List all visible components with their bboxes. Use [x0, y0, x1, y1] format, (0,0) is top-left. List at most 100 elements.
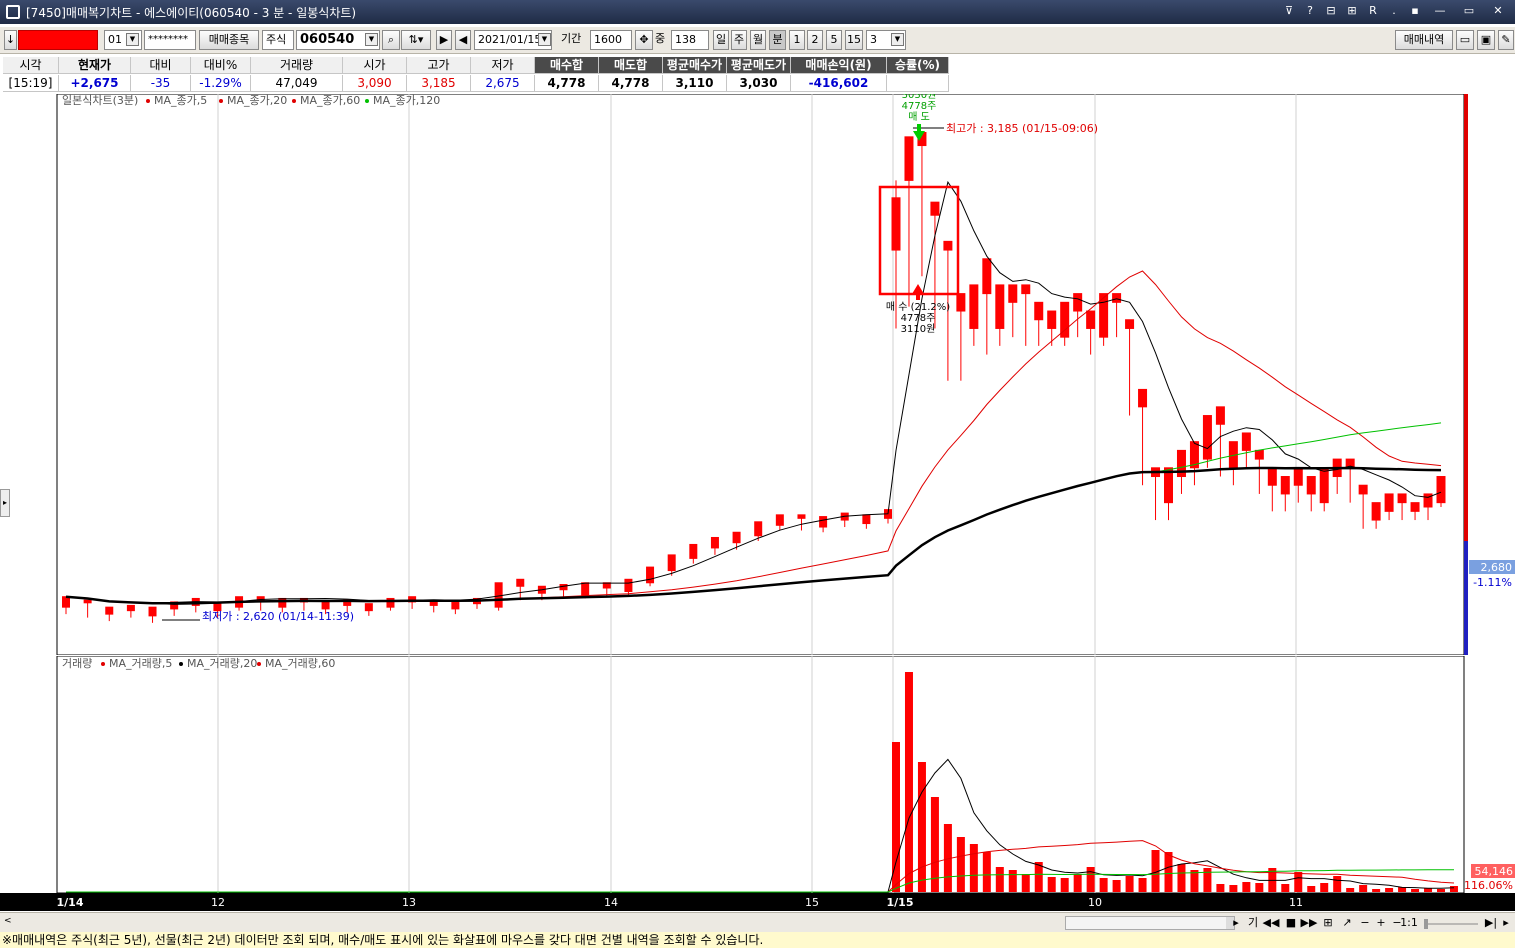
candle-body	[1021, 284, 1031, 295]
quote-header: 대비	[131, 57, 191, 74]
scroll-end-icon[interactable]: ▸	[1500, 915, 1512, 931]
prev-arrow-icon[interactable]: ◀	[455, 30, 471, 50]
interval-button[interactable]: 일	[713, 30, 729, 50]
interval-button[interactable]: 분	[769, 30, 786, 50]
candle-body	[581, 582, 590, 596]
volume-chart[interactable]: 거래량 MA_거래량,5 MA_거래량,20 MA_거래량,60 54,146116.0…	[0, 656, 1515, 893]
trade-item-button[interactable]: 매매종목	[199, 30, 259, 50]
go-end-icon[interactable]: ▶|	[1484, 915, 1498, 931]
link-icon[interactable]: ⊟	[1322, 2, 1340, 20]
interval-button[interactable]: 2	[807, 30, 823, 50]
volume-bar	[982, 852, 991, 892]
scrollbar-thumb[interactable]	[1066, 917, 1226, 929]
search-icon[interactable]: ⌕	[382, 30, 400, 50]
settings-icon[interactable]: ▪	[1406, 2, 1424, 20]
sort-toggle-icon[interactable]: ↓	[4, 30, 17, 50]
maximize-button[interactable]: ▭	[1456, 2, 1482, 20]
candle-body	[1202, 415, 1212, 460]
volume-bar	[904, 672, 913, 892]
count-input[interactable]: 138	[671, 30, 709, 50]
panel-expand-handle[interactable]: ▸	[0, 489, 10, 517]
account-number-field[interactable]	[18, 30, 98, 50]
chart-scrollbar[interactable]	[1065, 916, 1235, 930]
legend-dot	[219, 99, 223, 103]
quote-header: 매매손익(원)	[791, 57, 887, 74]
candle-body	[62, 596, 70, 608]
close-button[interactable]: ✕	[1485, 2, 1511, 20]
quote-value: 3,110	[663, 75, 727, 92]
candle-body	[1086, 310, 1096, 329]
legend-item: MA_종가,20	[227, 94, 287, 107]
low-price-label: 최저가 : 2,620 (01/14-11:39)	[202, 610, 354, 623]
pin-icon[interactable]: ⊽	[1280, 2, 1298, 20]
interval-button[interactable]: 1	[789, 30, 805, 50]
r-icon[interactable]: R	[1364, 2, 1382, 20]
rewind-icon[interactable]: ◀◀	[1262, 915, 1280, 931]
volume-bar	[917, 762, 926, 892]
zoom-slider[interactable]	[1422, 915, 1480, 931]
scroll-right-icon[interactable]: ▸	[1230, 915, 1242, 931]
grid-icon[interactable]: ⊞	[1320, 915, 1336, 931]
next-arrow-icon[interactable]: ▶	[436, 30, 452, 50]
print-icon[interactable]: ⊞	[1343, 2, 1361, 20]
sort-order-icon[interactable]: ⇅▾	[401, 30, 431, 50]
volume-bar	[1255, 883, 1264, 892]
stop-icon[interactable]: ■	[1284, 915, 1298, 931]
more-icon[interactable]: .	[1385, 2, 1403, 20]
candle-body	[754, 521, 763, 537]
scroll-left-icon[interactable]: <	[4, 916, 16, 930]
help-icon[interactable]: ?	[1301, 2, 1319, 20]
interval-button[interactable]: 월	[750, 30, 766, 50]
minimize-button[interactable]: —	[1427, 2, 1453, 20]
move-icon[interactable]: ✥	[635, 30, 653, 50]
candle-body	[956, 293, 966, 312]
candle-body	[1267, 467, 1277, 486]
interval-button[interactable]: 5	[826, 30, 842, 50]
price-range-bar-lower	[1464, 541, 1468, 655]
period-label: 기간	[561, 32, 582, 45]
candle-body	[1358, 484, 1368, 495]
trade-history-button[interactable]: 매매내역	[1395, 30, 1453, 50]
candle-body	[126, 604, 135, 612]
zoom-out-icon[interactable]: −	[1358, 915, 1372, 931]
password-field[interactable]: ********	[144, 30, 196, 50]
interval-button[interactable]: 주	[731, 30, 747, 50]
chart-navigation-bar: < ▸ 기 ◀◀ ■ ▶▶ ⊞ ↗ − + − 1:1 ▶| ▸	[0, 912, 1515, 932]
wrench-icon[interactable]: ✎	[1498, 30, 1514, 50]
chevron-down-icon[interactable]: ▼	[891, 33, 904, 46]
trend-icon[interactable]: ↗	[1338, 915, 1356, 931]
candle-body	[904, 136, 914, 181]
price-chart[interactable]: 일본식차트(3분) MA_종가,5 MA_종가,20 MA_종가,60 MA_종가,12…	[0, 94, 1515, 655]
legend-dot	[179, 662, 183, 666]
period-input[interactable]: 1600	[590, 30, 632, 50]
volume-bar	[1411, 889, 1420, 892]
quote-value: -35	[131, 75, 191, 92]
candle-body	[105, 606, 114, 615]
quote-value: 3,090	[343, 75, 407, 92]
volume-plot-area	[56, 656, 1465, 893]
candle-body	[1384, 493, 1394, 512]
candle-body	[1047, 310, 1057, 329]
candle-body	[494, 582, 503, 608]
chevron-down-icon[interactable]: ▼	[126, 33, 139, 46]
candle-body	[1280, 476, 1290, 495]
calendar-dropdown-icon[interactable]: ▼	[538, 33, 551, 46]
quote-value: 2,675	[471, 75, 535, 92]
current-change-value: -1.11%	[1473, 576, 1512, 589]
quote-value: -416,602	[791, 75, 887, 92]
candle-body	[624, 578, 633, 592]
volume-bar	[1190, 870, 1199, 892]
candle-body	[278, 597, 287, 608]
interval-button[interactable]: 15	[845, 30, 863, 50]
fast-forward-icon[interactable]: ▶▶	[1300, 915, 1318, 931]
quote-value: 47,049	[251, 75, 343, 92]
market-type-select[interactable]: 주식	[262, 30, 294, 50]
chevron-down-icon[interactable]: ▼	[365, 33, 378, 46]
legend-item: MA_종가,5	[154, 94, 207, 107]
volume-bar	[1099, 878, 1108, 892]
zoom-in-icon[interactable]: +	[1374, 915, 1388, 931]
current-price-value: 2,680	[1481, 561, 1513, 574]
date-axis-label: 14	[604, 896, 618, 909]
folder-icon[interactable]: ▭	[1456, 30, 1474, 50]
save-icon[interactable]: ▣	[1477, 30, 1495, 50]
